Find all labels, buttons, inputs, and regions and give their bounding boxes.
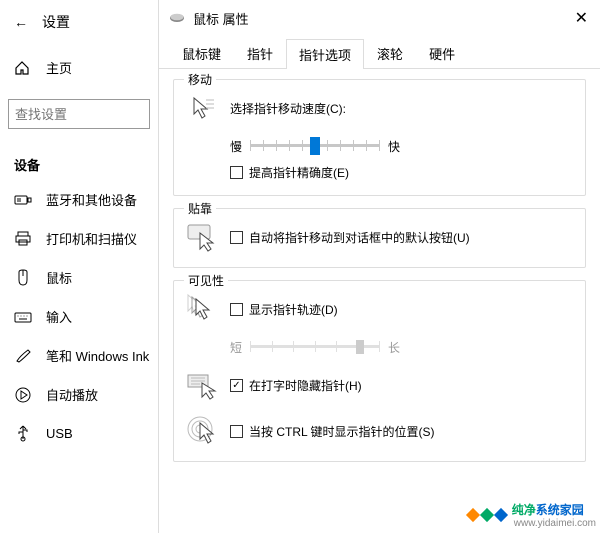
autoplay-icon [14,386,32,404]
hide-typing-icon [186,369,218,401]
sidebar-item-label: 笔和 Windows Ink [46,346,149,365]
watermark: 纯净系统家园 www.yidaimei.com [466,501,596,529]
usb-icon [14,424,32,442]
pointer-speed-slider[interactable] [250,134,380,158]
snap-group-label: 贴靠 [184,200,216,217]
tab-strip: 鼠标键 指针 指针选项 滚轮 硬件 [159,32,600,69]
settings-title: 设置 [42,12,70,32]
sidebar-item-bluetooth[interactable]: 蓝牙和其他设备 [0,180,158,219]
tab-pointers[interactable]: 指针 [234,38,286,68]
speed-fast-label: 快 [388,138,400,155]
sidebar-item-typing[interactable]: 输入 [0,297,158,336]
trails-slider [250,335,380,359]
ctrl-locate-checkbox[interactable] [230,425,243,438]
dialog-titlebar: 鼠标 属性 ✕ [159,0,600,32]
search-input[interactable] [15,107,143,122]
tab-buttons[interactable]: 鼠标键 [169,38,234,68]
sidebar-item-label: 打印机和扫描仪 [46,229,137,248]
keyboard-icon [14,308,32,326]
tab-pointer-options[interactable]: 指针选项 [286,39,364,69]
home-row[interactable]: 主页 [0,50,158,85]
mouse-properties-dialog: 鼠标 属性 ✕ 鼠标键 指针 指针选项 滚轮 硬件 移动 选择指针移动速度(C)… [158,0,600,533]
home-icon [14,60,30,76]
snap-icon [186,221,218,253]
bluetooth-icon [14,191,32,209]
trails-long-label: 长 [388,339,400,356]
speed-slow-label: 慢 [230,138,242,155]
trails-icon [186,293,218,325]
sidebar-item-autoplay[interactable]: 自动播放 [0,375,158,414]
watermark-text2: 系统家园 [536,503,584,517]
watermark-url: www.yidaimei.com [514,518,596,529]
watermark-text1: 纯净 [512,503,536,517]
mouse-icon [14,269,32,287]
settings-header: ← 设置 [0,0,158,40]
visibility-group: 可见性 显示指针轨迹(D) 短 [173,280,586,462]
mouse-hw-icon [169,13,185,23]
sidebar-item-label: 蓝牙和其他设备 [46,190,137,209]
enhance-precision-label: 提高指针精确度(E) [249,164,349,181]
home-label: 主页 [46,58,72,77]
sidebar-item-label: 输入 [46,307,72,326]
sidebar-item-mouse[interactable]: 鼠标 [0,258,158,297]
tab-wheel[interactable]: 滚轮 [364,38,416,68]
tab-hardware[interactable]: 硬件 [416,38,468,68]
visibility-group-label: 可见性 [184,272,228,289]
hide-typing-label: 在打字时隐藏指针(H) [249,377,362,394]
sidebar-item-pen[interactable]: 笔和 Windows Ink [0,336,158,375]
pen-icon [14,347,32,365]
search-box[interactable] [8,99,150,129]
sidebar-item-label: USB [46,426,73,441]
printer-icon [14,230,32,248]
speed-label: 选择指针移动速度(C): [230,100,346,117]
sidebar-item-label: 自动播放 [46,385,98,404]
close-icon[interactable]: ✕ [569,8,594,28]
trails-checkbox[interactable] [230,303,243,316]
back-arrow-icon[interactable]: ← [14,14,28,30]
enhance-precision-checkbox[interactable] [230,166,243,179]
settings-panel: ← 设置 主页 设备 蓝牙和其他设备 打印机和扫描仪 鼠标 输入 笔和 Wind… [0,0,158,533]
sidebar-item-usb[interactable]: USB [0,414,158,452]
hide-typing-checkbox[interactable]: ✓ [230,379,243,392]
trails-short-label: 短 [230,339,242,356]
motion-group: 移动 选择指针移动速度(C): 慢 快 [173,79,586,196]
ctrl-locate-label: 当按 CTRL 键时显示指针的位置(S) [249,423,435,440]
motion-group-label: 移动 [184,71,216,88]
snap-checkbox[interactable] [230,231,243,244]
snap-group: 贴靠 自动将指针移动到对话框中的默认按钮(U) [173,208,586,268]
snap-label: 自动将指针移动到对话框中的默认按钮(U) [249,229,470,246]
sidebar-item-label: 鼠标 [46,268,72,287]
pointer-speed-icon [186,92,218,124]
dialog-title: 鼠标 属性 [193,9,569,28]
sidebar-item-printers[interactable]: 打印机和扫描仪 [0,219,158,258]
watermark-logo-icon [466,508,508,522]
category-label: 设备 [0,133,158,180]
ctrl-locate-icon [186,415,218,447]
trails-label: 显示指针轨迹(D) [249,301,338,318]
dialog-body: 移动 选择指针移动速度(C): 慢 快 [159,69,600,462]
